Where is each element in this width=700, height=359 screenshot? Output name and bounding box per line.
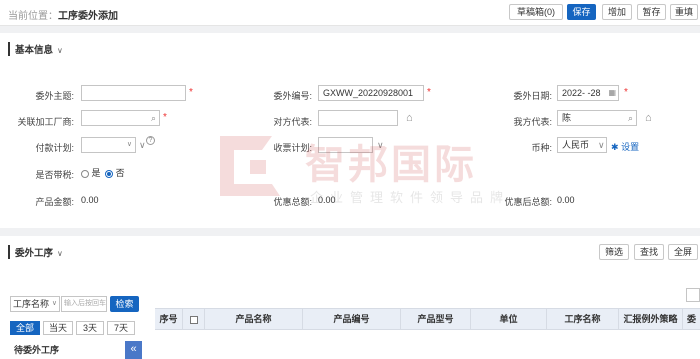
code-label: 委外编号: [273, 91, 312, 101]
required-mark: * [624, 87, 628, 98]
date-label: 委外日期: [513, 91, 552, 101]
basic-info-title-text: 基本信息 [15, 45, 54, 56]
column-header-unit: 单位 [471, 309, 547, 330]
tab-all[interactable]: 全部 [10, 321, 40, 335]
search-input[interactable]: 输入后按回车 [61, 296, 107, 312]
date-value: 2022- -28 [562, 88, 601, 98]
subject-input[interactable] [81, 85, 186, 101]
discount-label: 优惠总额: [273, 197, 312, 207]
counterpart-label: 对方代表: [273, 117, 312, 127]
search-button[interactable]: 检索 [110, 296, 139, 312]
pending-process-title: 待委外工序 [10, 341, 125, 359]
basic-info-panel [0, 33, 700, 228]
tax-label: 是否带税: [35, 170, 74, 180]
breadcrumb: 当前位置：工序委外添加 [8, 7, 118, 22]
chevron-down-icon: ∨ [51, 300, 57, 307]
filter-button[interactable]: 筛选 [599, 244, 629, 260]
tax-no-label: 否 [115, 168, 125, 178]
factory-input[interactable]: ⌕ [81, 110, 160, 126]
select-all-checkbox[interactable] [189, 315, 198, 324]
tax-yes-radio[interactable] [81, 169, 89, 178]
save-button[interactable]: 保存 [567, 4, 596, 20]
breadcrumb-prefix: 当前位置： [8, 11, 58, 22]
process-title-text: 委外工序 [15, 248, 54, 259]
find-button[interactable]: 查找 [634, 244, 664, 260]
subject-label: 委外主题: [35, 91, 74, 101]
search-field-select[interactable]: 工序名称 ∨ [10, 296, 60, 312]
process-table-header: 序号 产品名称 产品编号 产品型号 单位 工序名称 汇报例外策略 委 [155, 308, 700, 330]
after-discount-label: 优惠后总额: [504, 197, 552, 207]
search-field-value: 工序名称 [13, 299, 50, 309]
process-title[interactable]: 委外工序 ∨ [8, 245, 63, 259]
column-header-index: 序号 [155, 309, 183, 330]
currency-label: 币种: [531, 143, 552, 153]
payment-plan-label: 付款计划: [35, 143, 74, 153]
dropdown-arrow-icon: ∨ [139, 140, 146, 150]
contact-picker-icon[interactable]: ⌂ [645, 111, 652, 125]
column-settings-box[interactable] [686, 288, 700, 302]
date-input[interactable]: 2022- -28 ▦ [557, 85, 619, 101]
tab-today[interactable]: 当天 [43, 321, 73, 335]
chevron-down-icon: ∨ [57, 249, 63, 258]
our-rep-value: 陈 [562, 113, 572, 123]
fullscreen-button[interactable]: 全屏 [668, 244, 698, 260]
column-header-select [183, 309, 205, 330]
column-header-product-model: 产品型号 [401, 309, 471, 330]
draft-box-button[interactable]: 草稿箱(0) [509, 4, 563, 20]
page-title: 工序委外添加 [58, 11, 118, 22]
currency-value: 人民币 [562, 140, 590, 150]
column-header-exception-policy: 汇报例外策略 [619, 309, 683, 330]
basic-info-title[interactable]: 基本信息 ∨ [8, 42, 63, 56]
search-icon[interactable]: ⌕ [628, 111, 633, 125]
our-rep-label: 我方代表: [513, 117, 552, 127]
settings-link-label: 设置 [621, 142, 640, 152]
column-header-outsource: 委 [686, 314, 696, 324]
collapse-panel-button[interactable]: « [125, 341, 142, 359]
contact-picker-icon[interactable]: ⌂ [406, 111, 413, 125]
tab-7-days[interactable]: 7天 [107, 321, 135, 335]
chevron-down-icon: ∨ [126, 141, 132, 148]
search-icon[interactable]: ⌕ [151, 111, 156, 125]
counterpart-input[interactable] [318, 110, 398, 126]
help-icon[interactable]: ? [146, 136, 155, 145]
settings-icon: ✱ [611, 142, 619, 152]
reset-button[interactable]: 重填 [670, 4, 698, 20]
after-discount-value: 0.00 [557, 195, 575, 205]
required-mark: * [189, 87, 193, 98]
currency-settings-link[interactable]: ✱ 设置 [611, 140, 639, 153]
product-amount-value: 0.00 [81, 195, 99, 205]
hold-button[interactable]: 暂存 [637, 4, 666, 20]
product-amount-label: 产品金额: [35, 197, 74, 207]
tax-no-radio[interactable] [105, 169, 114, 178]
factory-label: 关联加工厂商: [17, 117, 74, 127]
our-rep-input[interactable]: 陈 ⌕ [557, 110, 637, 126]
calendar-icon[interactable]: ▦ [608, 86, 616, 100]
add-button[interactable]: 增加 [602, 4, 632, 20]
dropdown-arrow-icon: ∨ [377, 140, 384, 150]
receipt-plan-label: 收票计划: [273, 143, 312, 153]
required-mark: * [163, 112, 167, 123]
dropdown-arrow-icon: ∨ [598, 140, 605, 150]
code-input[interactable]: GXWW_20220928001 [318, 85, 424, 101]
discount-value: 0.00 [318, 195, 336, 205]
tax-radio-group: 是 否 [81, 166, 125, 179]
payment-plan-select[interactable]: ∨ [81, 137, 136, 153]
column-header-product-code: 产品编号 [303, 309, 401, 330]
receipt-plan-select[interactable] [318, 137, 373, 153]
date-range-tabs: 全部 当天 3天 7天 [10, 321, 138, 335]
chevron-down-icon: ∨ [57, 46, 63, 55]
column-header-process-name: 工序名称 [547, 309, 619, 330]
tab-3-days[interactable]: 3天 [76, 321, 104, 335]
tax-yes-label: 是 [91, 168, 101, 178]
required-mark: * [427, 87, 431, 98]
top-bar: 当前位置：工序委外添加 草稿箱(0) 保存 增加 暂存 重填 [0, 0, 700, 26]
column-header-product-name: 产品名称 [205, 309, 303, 330]
